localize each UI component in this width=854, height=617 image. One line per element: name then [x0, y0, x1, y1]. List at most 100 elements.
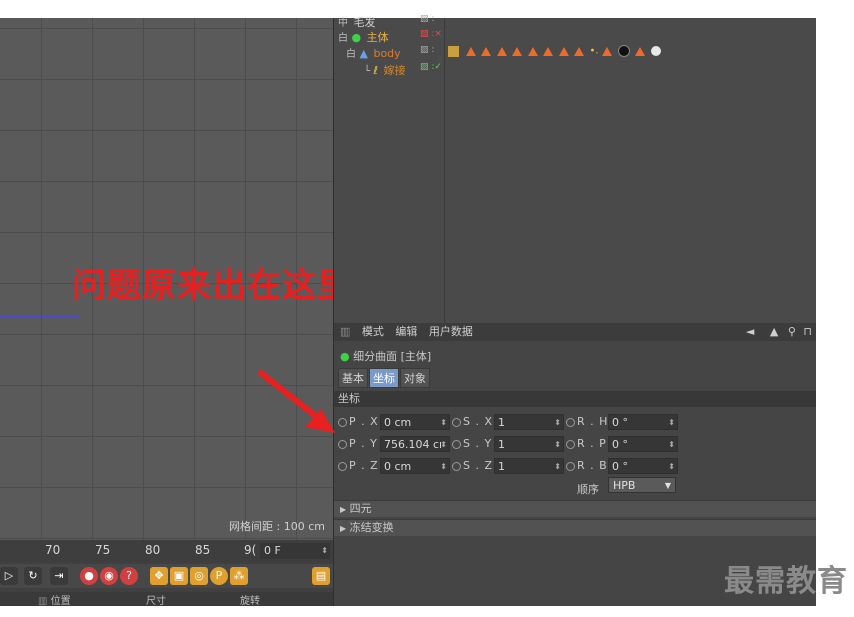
object-flags[interactable]: ▨ : — [420, 14, 434, 24]
object-name[interactable]: 毛发 — [354, 16, 376, 29]
spinner-icon: ⬍ — [321, 546, 328, 555]
rotation-order-select[interactable]: HPB ▼ — [608, 477, 676, 493]
object-name[interactable]: 主体 — [367, 31, 389, 44]
material-tag-icon[interactable] — [512, 46, 522, 56]
menu-edit[interactable]: 编辑 — [395, 323, 417, 341]
material-tags[interactable]: •. — [448, 44, 663, 57]
tab-object[interactable]: 对象 — [400, 368, 430, 388]
fold-quaternion[interactable]: ▶ 四元 — [334, 500, 816, 517]
x-axis-line — [0, 316, 80, 317]
expand-arrow-icon: ▶ — [340, 524, 347, 533]
object-row[interactable]: 白 ▲ body ▨ : — [346, 45, 434, 60]
selection-tag-icon[interactable]: •. — [590, 46, 599, 57]
menu-mode[interactable]: 模式 — [362, 323, 384, 341]
spinner-icon: ⬍ — [440, 418, 447, 427]
material-tag-icon[interactable] — [602, 46, 613, 56]
play-forward-icon[interactable]: ▷ — [0, 567, 18, 585]
rp-field[interactable]: 0 ° ⬍ — [608, 436, 678, 452]
material-tag-icon[interactable] — [574, 46, 584, 56]
rh-label[interactable]: R . H — [566, 415, 608, 428]
spinner-icon: ⬍ — [554, 418, 561, 427]
keyframe-select-icon[interactable]: ? — [120, 567, 138, 585]
spinner-icon: ⬍ — [668, 418, 675, 427]
material-tag-icon[interactable] — [527, 46, 538, 56]
tab-coord[interactable]: 坐标 — [369, 368, 399, 388]
spinner-icon: ⬍ — [440, 462, 447, 471]
object-row[interactable]: 白 ● 主体 ▨ :× — [338, 29, 442, 44]
py-field[interactable]: 756.104 cı ⬍ — [380, 436, 450, 452]
material-tag-icon[interactable] — [543, 46, 553, 56]
loop-icon[interactable]: ↻ — [24, 567, 42, 585]
frame-field[interactable]: 0 F ⬍ — [260, 543, 330, 559]
record-icon[interactable]: ● — [80, 567, 98, 585]
black-material-icon[interactable] — [617, 45, 630, 57]
coord-row-x: P . X 0 cm ⬍ S . X 1 ⬍ R . H 0 ° ⬍ — [338, 413, 678, 431]
tree-toggle[interactable]: 中 — [338, 18, 348, 29]
rotate-key-icon[interactable]: ◎ — [190, 567, 208, 585]
fold-freeze-transform[interactable]: ▶ 冻结变换 — [334, 519, 816, 536]
object-flags[interactable]: ▨ :✓ — [420, 62, 442, 72]
coord-row-z: P . Z 0 cm ⬍ S . Z 1 ⬍ R . B 0 ° ⬍ — [338, 457, 678, 475]
sx-label[interactable]: S . X — [452, 415, 493, 428]
object-name[interactable]: body — [373, 47, 400, 60]
tree-toggle[interactable]: └ — [364, 66, 370, 77]
material-tag-icon[interactable] — [496, 46, 507, 56]
timeline-panel: 70 75 80 85 9( 0 F ⬍ ▷ ↻ ⇥ ● ◉ ? ✥ ▣ ◎ P … — [0, 540, 333, 607]
section-header: 坐标 — [334, 391, 816, 407]
film-strip-icon[interactable]: ▤ — [312, 567, 330, 585]
tree-toggle[interactable]: 白 — [346, 49, 356, 60]
header-position: 位置 — [50, 596, 71, 607]
object-row[interactable]: 中 毛发 ▨ : — [338, 14, 434, 29]
rp-label[interactable]: R . P — [566, 437, 607, 450]
px-field[interactable]: 0 cm ⬍ — [380, 414, 450, 430]
up-arrow-icon[interactable]: ▲ — [770, 325, 778, 338]
attribute-menubar: ▥ 模式 编辑 用户数据 ◄ ▲ ⚲ ⊓ — [334, 323, 816, 341]
expand-arrow-icon: ▶ — [340, 505, 347, 514]
goto-end-icon[interactable]: ⇥ — [50, 567, 68, 585]
rh-field[interactable]: 0 ° ⬍ — [608, 414, 678, 430]
tick-label: 75 — [95, 543, 111, 557]
scale-key-icon[interactable]: ▣ — [170, 567, 188, 585]
annotation-text: 问题原来出在这里 — [72, 266, 352, 306]
tick-label: 70 — [45, 543, 61, 557]
spinner-icon: ⬍ — [668, 462, 675, 471]
tree-toggle[interactable]: 白 — [338, 33, 348, 44]
sx-field[interactable]: 1 ⬍ — [494, 414, 564, 430]
timeline-ruler[interactable]: 70 75 80 85 9( 0 F ⬍ — [0, 540, 333, 562]
object-row[interactable]: └ ℓ 嫁接 ▨ :✓ — [364, 62, 442, 77]
spinner-icon: ⬍ — [554, 462, 561, 471]
tick-label: 9( — [244, 543, 257, 557]
pz-field[interactable]: 0 cm ⬍ — [380, 458, 450, 474]
sz-label[interactable]: S . Z — [452, 459, 493, 472]
material-tag-icon[interactable] — [465, 46, 476, 56]
material-tag-icon[interactable] — [635, 46, 646, 56]
spinner-icon: ⬍ — [554, 440, 561, 449]
rb-field[interactable]: 0 ° ⬍ — [608, 458, 678, 474]
move-key-icon[interactable]: ✥ — [150, 567, 168, 585]
autokey-icon[interactable]: ◉ — [100, 567, 118, 585]
subdivision-icon: ● — [351, 31, 362, 44]
white-material-icon[interactable] — [650, 46, 661, 56]
search-icon[interactable]: ⚲ — [788, 325, 796, 338]
object-name[interactable]: 嫁接 — [384, 64, 406, 77]
sy-label[interactable]: S . Y — [452, 437, 492, 450]
material-tag-icon[interactable] — [481, 46, 491, 56]
pz-label[interactable]: P . Z — [338, 459, 379, 472]
order-label: 顺序 — [577, 483, 599, 496]
back-arrow-icon[interactable]: ◄ — [746, 325, 754, 338]
rb-label[interactable]: R . B — [566, 459, 608, 472]
object-title: ● 细分曲面 [主体] — [340, 348, 431, 364]
point-level-icon[interactable]: ⁂ — [230, 567, 248, 585]
param-key-icon[interactable]: P — [210, 567, 228, 585]
subdivision-icon: ● — [340, 350, 350, 363]
material-tag-icon[interactable] — [558, 46, 569, 56]
object-flags[interactable]: ▨ :× — [420, 29, 442, 39]
sy-field[interactable]: 1 ⬍ — [494, 436, 564, 452]
texture-tag-icon[interactable] — [448, 45, 459, 57]
sz-field[interactable]: 1 ⬍ — [494, 458, 564, 474]
header-rotation: 旋转 — [240, 596, 260, 607]
menu-user-data[interactable]: 用户数据 — [429, 323, 473, 341]
polygon-object-icon: ▲ — [359, 47, 368, 60]
object-flags[interactable]: ▨ : — [420, 45, 434, 55]
lock-icon[interactable]: ⊓ — [803, 325, 812, 338]
